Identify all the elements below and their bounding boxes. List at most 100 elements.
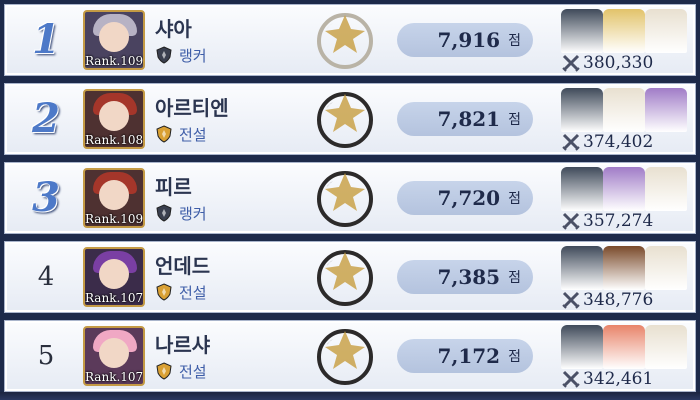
hero-portrait [645, 246, 687, 290]
combat-power: 348,776 [561, 290, 687, 310]
hero-portrait [645, 88, 687, 132]
crossed-swords-icon [562, 291, 580, 309]
hero-portrait [603, 167, 645, 211]
score-value: 7,720 [437, 186, 501, 210]
combat-power-value: 342,461 [583, 369, 654, 389]
tier-badge: 전설 [155, 361, 207, 381]
tier-badge: 랭커 [155, 203, 207, 223]
hero-portrait [603, 325, 645, 369]
team-portraits[interactable] [561, 9, 687, 53]
team-portraits[interactable] [561, 167, 687, 211]
score-pill: 7,916 점 [397, 23, 533, 57]
score-value: 7,821 [437, 107, 501, 131]
hero-portrait [603, 88, 645, 132]
player-level: Rank.108 [85, 133, 144, 147]
player-name: 나르샤 [155, 333, 211, 357]
tier-badge: 전설 [155, 124, 207, 144]
crossed-swords-icon [562, 212, 580, 230]
combat-power-value: 374,402 [583, 132, 654, 152]
avatar-face [99, 180, 129, 210]
score-unit: 점 [508, 112, 521, 128]
score-pill: 7,172 점 [397, 339, 533, 373]
rank-number: 4 [37, 262, 55, 292]
ranking-row[interactable]: 3 Rank.109 피르 랭커 7,720 점 357,274 [4, 162, 696, 234]
silver-winged-emblem-icon [317, 13, 373, 69]
avatar-face [99, 259, 129, 289]
hero-portrait [645, 325, 687, 369]
score-pill: 7,385 점 [397, 260, 533, 294]
crossed-swords-icon [562, 133, 580, 151]
shield-icon [156, 125, 172, 143]
score-unit: 점 [508, 191, 521, 207]
score-pill: 7,821 점 [397, 102, 533, 136]
combat-power-value: 348,776 [583, 290, 654, 310]
avatar-face [99, 338, 129, 368]
ranking-row[interactable]: 4 Rank.107 언데드 전설 7,385 점 348,776 [4, 241, 696, 313]
ranking-row[interactable]: 1 Rank.109 샤아 랭커 7,916 점 380,330 [4, 4, 696, 76]
dark-moon-emblem-icon [317, 250, 373, 306]
score-unit: 점 [508, 270, 521, 286]
player-avatar[interactable]: Rank.109 [83, 10, 145, 70]
combat-power: 342,461 [561, 369, 687, 389]
combat-power: 357,274 [561, 211, 687, 231]
combat-power-value: 380,330 [583, 53, 654, 73]
player-avatar[interactable]: Rank.107 [83, 247, 145, 307]
hero-portrait [645, 9, 687, 53]
avatar-face [99, 101, 129, 131]
player-avatar[interactable]: Rank.108 [83, 89, 145, 149]
shield-icon [156, 283, 172, 301]
shield-icon [156, 362, 172, 380]
tier-label: 전설 [179, 362, 207, 381]
score-value: 7,172 [437, 344, 501, 368]
ranking-row[interactable]: 2 Rank.108 아르티엔 전설 7,821 점 374,402 [4, 83, 696, 155]
tier-label: 랭커 [179, 46, 207, 65]
dark-moon-emblem-icon [317, 171, 373, 227]
hero-portrait [561, 167, 603, 211]
rank-number: 5 [37, 341, 55, 371]
dark-moon-emblem-icon [317, 92, 373, 148]
rank-number: 3 [32, 174, 60, 221]
hero-portrait [645, 167, 687, 211]
score-unit: 점 [508, 33, 521, 49]
player-name: 샤아 [155, 17, 192, 41]
player-level: Rank.107 [85, 370, 144, 384]
player-name: 피르 [155, 175, 192, 199]
dark-moon-emblem-icon [317, 329, 373, 385]
tier-label: 전설 [179, 125, 207, 144]
tier-label: 전설 [179, 283, 207, 302]
combat-power: 380,330 [561, 53, 687, 73]
score-unit: 점 [508, 349, 521, 365]
player-level: Rank.109 [85, 54, 144, 68]
ranking-row[interactable]: 5 Rank.107 나르샤 전설 7,172 점 342,461 [4, 320, 696, 392]
combat-power: 374,402 [561, 132, 687, 152]
score-value: 7,385 [437, 265, 501, 289]
hero-portrait [561, 325, 603, 369]
team-portraits[interactable] [561, 246, 687, 290]
shield-icon [156, 204, 172, 222]
team-portraits[interactable] [561, 88, 687, 132]
tier-badge: 랭커 [155, 45, 207, 65]
team-portraits[interactable] [561, 325, 687, 369]
combat-power-value: 357,274 [583, 211, 654, 231]
player-level: Rank.107 [85, 291, 144, 305]
avatar-face [99, 22, 129, 52]
rank-number: 2 [32, 95, 60, 142]
ranking-board: 1 Rank.109 샤아 랭커 7,916 점 380,330 2 Rank.… [0, 0, 700, 400]
hero-portrait [561, 9, 603, 53]
player-level: Rank.109 [85, 212, 144, 226]
player-avatar[interactable]: Rank.107 [83, 326, 145, 386]
rank-number: 1 [32, 16, 60, 63]
hero-portrait [561, 88, 603, 132]
player-name: 아르티엔 [155, 96, 229, 120]
tier-badge: 전설 [155, 282, 207, 302]
tier-label: 랭커 [179, 204, 207, 223]
bottom-strip [0, 392, 700, 400]
shield-icon [156, 46, 172, 64]
hero-portrait [603, 9, 645, 53]
score-pill: 7,720 점 [397, 181, 533, 215]
player-avatar[interactable]: Rank.109 [83, 168, 145, 228]
hero-portrait [603, 246, 645, 290]
score-value: 7,916 [437, 28, 501, 52]
hero-portrait [561, 246, 603, 290]
crossed-swords-icon [562, 370, 580, 388]
